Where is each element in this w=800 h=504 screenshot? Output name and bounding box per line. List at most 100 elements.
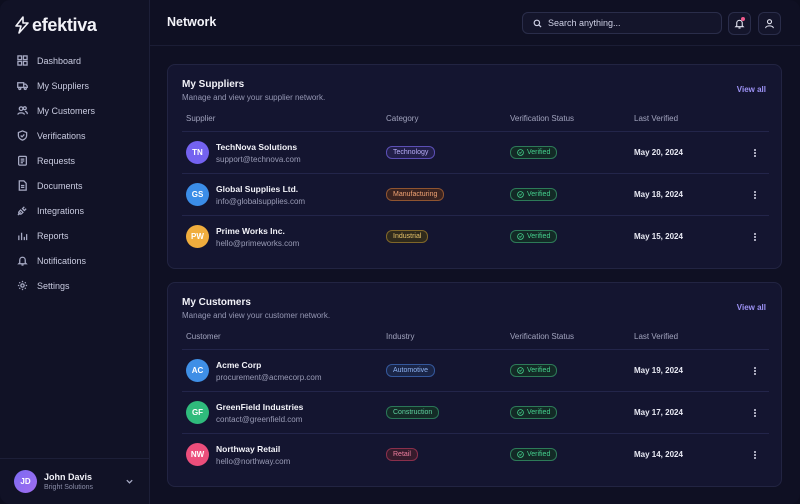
status-badge: Verified: [510, 188, 558, 201]
industry-badge: Retail: [386, 448, 418, 461]
status-badge: Verified: [510, 146, 558, 159]
view-all-customers-link[interactable]: View all: [737, 303, 766, 312]
search-input[interactable]: [548, 18, 708, 28]
table-header: Supplier Category Verification Status La…: [168, 113, 781, 131]
sidebar-item-label: Verifications: [37, 130, 86, 141]
category-badge: Industrial: [386, 230, 429, 243]
entity-name: GreenField Industries: [216, 401, 304, 412]
bar-chart-icon: [16, 230, 28, 242]
entity-avatar: GF: [186, 401, 209, 424]
table-row[interactable]: GF GreenField Industries contact@greenfi…: [182, 391, 769, 433]
brand-name: efektiva: [32, 14, 97, 35]
notification-dot: [741, 17, 745, 21]
more-options-icon[interactable]: [750, 364, 760, 378]
entity-email: hello@northway.com: [216, 456, 291, 466]
entity-name: Acme Corp: [216, 359, 262, 370]
last-verified-date: May 20, 2024: [634, 148, 683, 157]
check-circle-icon: [517, 191, 524, 198]
status-badge: Verified: [510, 230, 558, 243]
check-circle-icon: [517, 149, 524, 156]
entity-email: support@technova.com: [216, 154, 301, 164]
sidebar-item-my-suppliers[interactable]: My Suppliers: [10, 73, 140, 98]
sidebar: efektiva Dashboard My Suppliers My Custo…: [0, 0, 150, 504]
entity-avatar: NW: [186, 443, 209, 466]
sidebar-item-reports[interactable]: Reports: [10, 223, 140, 248]
users-icon: [16, 105, 28, 117]
sidebar-item-label: Notifications: [37, 255, 87, 266]
sidebar-item-label: Documents: [37, 180, 83, 191]
last-verified-date: May 15, 2024: [634, 232, 683, 241]
gear-icon: [16, 280, 28, 292]
sidebar-item-dashboard[interactable]: Dashboard: [10, 48, 140, 73]
chevron-down-icon[interactable]: [125, 477, 134, 486]
card-subtitle: Manage and view your supplier network.: [182, 93, 326, 102]
sidebar-item-verifications[interactable]: Verifications: [10, 123, 140, 148]
check-circle-icon: [517, 451, 524, 458]
sidebar-item-label: Dashboard: [37, 55, 82, 66]
view-all-suppliers-link[interactable]: View all: [737, 85, 766, 94]
more-options-icon[interactable]: [750, 448, 760, 462]
last-verified-date: May 14, 2024: [634, 450, 683, 459]
customers-card: My Customers Manage and view your custom…: [167, 282, 782, 487]
brand-logo[interactable]: efektiva: [14, 14, 97, 36]
entity-email: hello@primeworks.com: [216, 238, 300, 248]
entity-avatar: TN: [186, 141, 209, 164]
entity-avatar: GS: [186, 183, 209, 206]
sidebar-item-integrations[interactable]: Integrations: [10, 198, 140, 223]
table-row[interactable]: TN TechNova Solutions support@technova.c…: [182, 131, 769, 173]
entity-avatar: AC: [186, 359, 209, 382]
card-title: My Customers: [182, 297, 251, 308]
more-options-icon[interactable]: [750, 406, 760, 420]
sidebar-item-label: My Suppliers: [37, 80, 90, 91]
last-verified-date: May 18, 2024: [634, 190, 683, 199]
status-badge: Verified: [510, 448, 558, 461]
column-header[interactable]: Verification Status: [510, 332, 574, 341]
suppliers-card: My Suppliers Manage and view your suppli…: [167, 64, 782, 269]
grid-icon: [16, 55, 28, 67]
entity-email: procurement@acmecorp.com: [216, 372, 322, 382]
user-avatar: JD: [14, 470, 37, 493]
truck-icon: [16, 80, 28, 92]
column-header[interactable]: Category: [386, 114, 418, 123]
last-verified-date: May 19, 2024: [634, 366, 683, 375]
sidebar-item-settings[interactable]: Settings: [10, 273, 140, 298]
sidebar-item-label: Settings: [37, 280, 70, 291]
status-badge: Verified: [510, 364, 558, 377]
sidebar-nav: Dashboard My Suppliers My Customers Veri…: [10, 48, 140, 298]
sidebar-item-label: Requests: [37, 155, 76, 166]
app-window: efektiva Dashboard My Suppliers My Custo…: [0, 0, 800, 504]
clipboard-icon: [16, 155, 28, 167]
user-org: Bright Solutions: [44, 484, 94, 491]
column-header[interactable]: Customer: [186, 332, 221, 341]
sidebar-item-label: My Customers: [37, 105, 96, 116]
table-row[interactable]: AC Acme Corp procurement@acmecorp.com Au…: [182, 349, 769, 391]
top-bar: Network: [150, 0, 800, 46]
table-row[interactable]: GS Global Supplies Ltd. info@globalsuppl…: [182, 173, 769, 215]
card-subtitle: Manage and view your customer network.: [182, 311, 331, 320]
more-options-icon[interactable]: [750, 146, 760, 160]
shield-check-icon: [16, 130, 28, 142]
column-header[interactable]: Industry: [386, 332, 414, 341]
notifications-button[interactable]: [728, 12, 751, 35]
column-header[interactable]: Verification Status: [510, 114, 574, 123]
column-header[interactable]: Supplier: [186, 114, 215, 123]
more-options-icon[interactable]: [750, 230, 760, 244]
search-box[interactable]: [522, 12, 722, 34]
column-header[interactable]: Last Verified: [634, 332, 678, 341]
sidebar-item-label: Reports: [37, 230, 69, 241]
user-name: John Davis: [44, 472, 93, 482]
more-options-icon[interactable]: [750, 188, 760, 202]
sidebar-item-requests[interactable]: Requests: [10, 148, 140, 173]
user-menu[interactable]: JD John Davis Bright Solutions: [0, 458, 150, 504]
sidebar-item-documents[interactable]: Documents: [10, 173, 140, 198]
page-title: Network: [167, 15, 217, 29]
table-row[interactable]: NW Northway Retail hello@northway.com Re…: [182, 433, 769, 475]
sidebar-item-notifications[interactable]: Notifications: [10, 248, 140, 273]
plug-icon: [16, 205, 28, 217]
column-header[interactable]: Last Verified: [634, 114, 678, 123]
last-verified-date: May 17, 2024: [634, 408, 683, 417]
entity-avatar: PW: [186, 225, 209, 248]
profile-button[interactable]: [758, 12, 781, 35]
sidebar-item-my-customers[interactable]: My Customers: [10, 98, 140, 123]
table-row[interactable]: PW Prime Works Inc. hello@primeworks.com…: [182, 215, 769, 257]
